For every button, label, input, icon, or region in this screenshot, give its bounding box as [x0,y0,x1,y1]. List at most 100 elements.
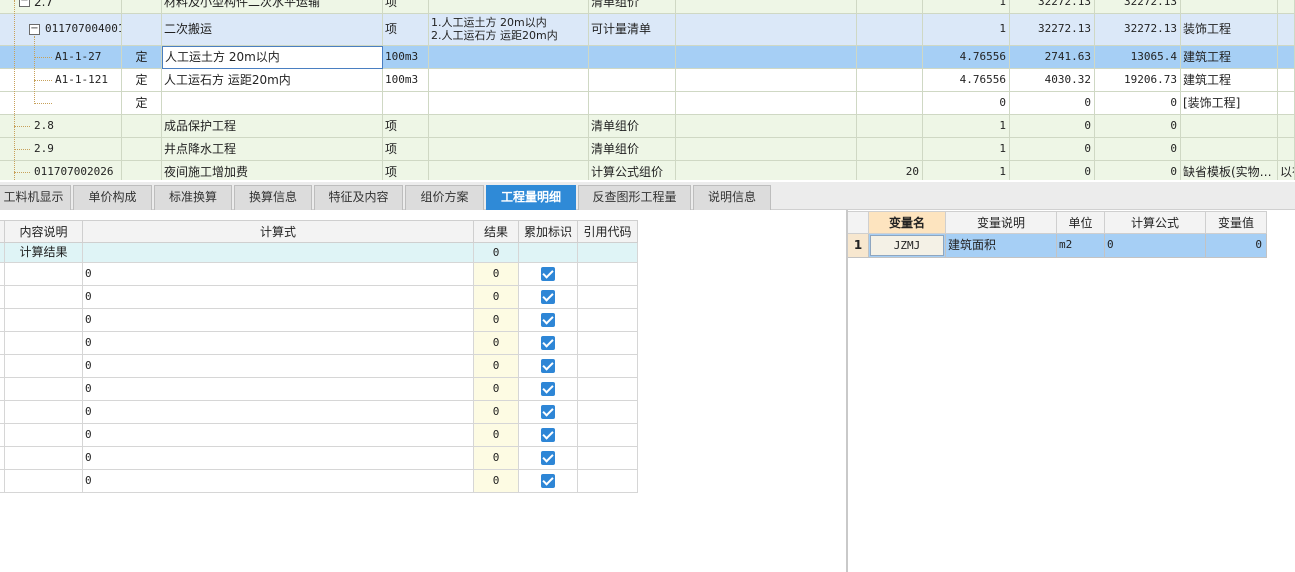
name-cell[interactable]: 井点降水工程 [162,138,383,160]
table-row[interactable]: 2.8 成品保护工程 项 清单组价 1 0 0 [0,115,1295,138]
extra-cell[interactable] [1278,138,1295,160]
calc-row[interactable]: 0 0 [0,332,638,355]
quantity-cell[interactable]: 1 [923,161,1010,180]
code-cell[interactable] [0,92,122,114]
code-cell[interactable]: A1-1-27 [0,46,122,68]
tab-notes[interactable]: 说明信息 [693,185,771,210]
tab-standard-conversion[interactable]: 标准换算 [154,185,232,210]
column-header-accumulate[interactable]: 累加标识 [519,220,578,243]
unit-cell[interactable]: 100m3 [383,69,429,91]
feature-cell[interactable]: 1.人工运土方 20m以内 2.人工运石方 运距20m内 [429,14,589,45]
feature-cell[interactable] [429,0,589,13]
feature-cell[interactable] [429,115,589,137]
formula-cell[interactable]: 0 [83,424,474,446]
blank-cell[interactable] [857,46,923,68]
blank-cell[interactable] [676,69,857,91]
formula-cell[interactable]: 0 [83,355,474,377]
formula-cell[interactable]: 0 [83,378,474,400]
count-cell[interactable]: 20 [857,161,923,180]
code-cell[interactable]: 011707002026 [0,161,122,180]
code-cell[interactable]: −2.7 [0,0,122,13]
code-cell[interactable]: −011707004001 [0,14,122,45]
variable-row[interactable]: 1 JZMJ 建筑面积 m2 0 0 [848,234,1267,258]
accumulate-checkbox[interactable] [541,405,555,419]
unit-cell[interactable] [383,92,429,114]
accumulate-cell[interactable] [519,332,578,354]
quantity-cell[interactable]: 4.76556 [923,46,1010,68]
blank-cell[interactable] [676,115,857,137]
formula-cell[interactable]: 0 [83,447,474,469]
calc-method-cell[interactable]: 清单组价 [589,115,676,137]
desc-cell[interactable]: 计算结果 [5,243,83,262]
column-header-var-formula[interactable]: 计算公式 [1105,211,1206,234]
tab-unit-price[interactable]: 单价构成 [73,185,152,210]
type-cell[interactable] [122,0,162,13]
table-row[interactable]: −011707004001 二次搬运 项 1.人工运土方 20m以内 2.人工运… [0,14,1295,46]
code-cell[interactable]: A1-1-121 [0,69,122,91]
price-cell[interactable]: 32272.13 [1010,0,1095,13]
total-cell[interactable]: 32272.13 [1095,14,1181,45]
accumulate-checkbox[interactable] [541,290,555,304]
calc-row[interactable]: 0 0 [0,286,638,309]
table-row[interactable]: A1-1-121 定 人工运石方 运距20m内 100m3 4.76556 40… [0,69,1295,92]
calc-method-cell[interactable]: 清单组价 [589,0,676,13]
quantity-cell[interactable]: 1 [923,138,1010,160]
name-cell[interactable]: 人工运石方 运距20m内 [162,69,383,91]
feature-cell[interactable] [429,138,589,160]
type-cell[interactable]: 定 [122,92,162,114]
specialty-cell[interactable]: 建筑工程 [1181,46,1278,68]
name-cell[interactable]: 成品保护工程 [162,115,383,137]
blank-cell[interactable] [857,138,923,160]
accumulate-cell[interactable] [519,401,578,423]
extra-cell[interactable] [1278,14,1295,45]
accumulate-cell[interactable] [519,286,578,308]
collapse-icon[interactable]: − [29,24,40,35]
summary-row[interactable]: 计算结果 0 [0,243,638,263]
extra-cell[interactable] [1278,92,1295,114]
formula-cell[interactable]: 0 [83,401,474,423]
blank-cell[interactable] [676,14,857,45]
tab-labor-material[interactable]: 工料机显示 [0,185,71,210]
unit-cell[interactable]: 项 [383,0,429,13]
column-header-unit[interactable]: 单位 [1057,211,1105,234]
column-header-var-desc[interactable]: 变量说明 [946,211,1057,234]
column-header-desc[interactable]: 内容说明 [5,220,83,243]
accumulate-cell[interactable] [519,263,578,285]
table-row[interactable]: 定 0 0 0 [装饰工程] [0,92,1295,115]
column-header-var-value[interactable]: 变量值 [1206,211,1267,234]
calc-row[interactable]: 0 0 [0,378,638,401]
calc-method-cell[interactable]: 清单组价 [589,138,676,160]
quantity-cell[interactable]: 4.76556 [923,69,1010,91]
tab-quantity-detail[interactable]: 工程量明细 [486,185,576,210]
blank-cell[interactable] [857,0,923,13]
quantity-cell[interactable]: 1 [923,115,1010,137]
specialty-cell[interactable] [1181,115,1278,137]
table-row[interactable]: 2.9 井点降水工程 项 清单组价 1 0 0 [0,138,1295,161]
type-cell[interactable]: 定 [122,46,162,68]
accumulate-cell[interactable] [519,355,578,377]
price-cell[interactable]: 0 [1010,115,1095,137]
calc-row[interactable]: 0 0 [0,401,638,424]
formula-cell[interactable]: 0 [83,470,474,492]
calc-method-cell[interactable] [589,46,676,68]
unit-cell[interactable]: 项 [383,161,429,180]
price-cell[interactable]: 2741.63 [1010,46,1095,68]
price-cell[interactable]: 0 [1010,138,1095,160]
price-cell[interactable]: 32272.13 [1010,14,1095,45]
total-cell[interactable]: 0 [1095,161,1181,180]
name-edit-field[interactable]: 人工运土方 20m以内 [162,46,383,69]
feature-cell[interactable] [429,161,589,180]
ref-code-cell[interactable] [578,263,638,285]
ref-code-cell[interactable] [578,355,638,377]
accumulate-checkbox[interactable] [541,313,555,327]
blank-cell[interactable] [857,92,923,114]
desc-cell[interactable] [5,286,83,308]
desc-cell[interactable] [5,309,83,331]
desc-cell[interactable] [5,424,83,446]
name-cell[interactable] [162,92,383,114]
desc-cell[interactable] [5,355,83,377]
ref-code-cell[interactable] [578,470,638,492]
specialty-cell[interactable] [1181,138,1278,160]
table-row[interactable]: 011707002026 夜间施工增加费 项 计算公式组价 20 1 0 0 缺… [0,161,1295,180]
desc-cell[interactable] [5,378,83,400]
